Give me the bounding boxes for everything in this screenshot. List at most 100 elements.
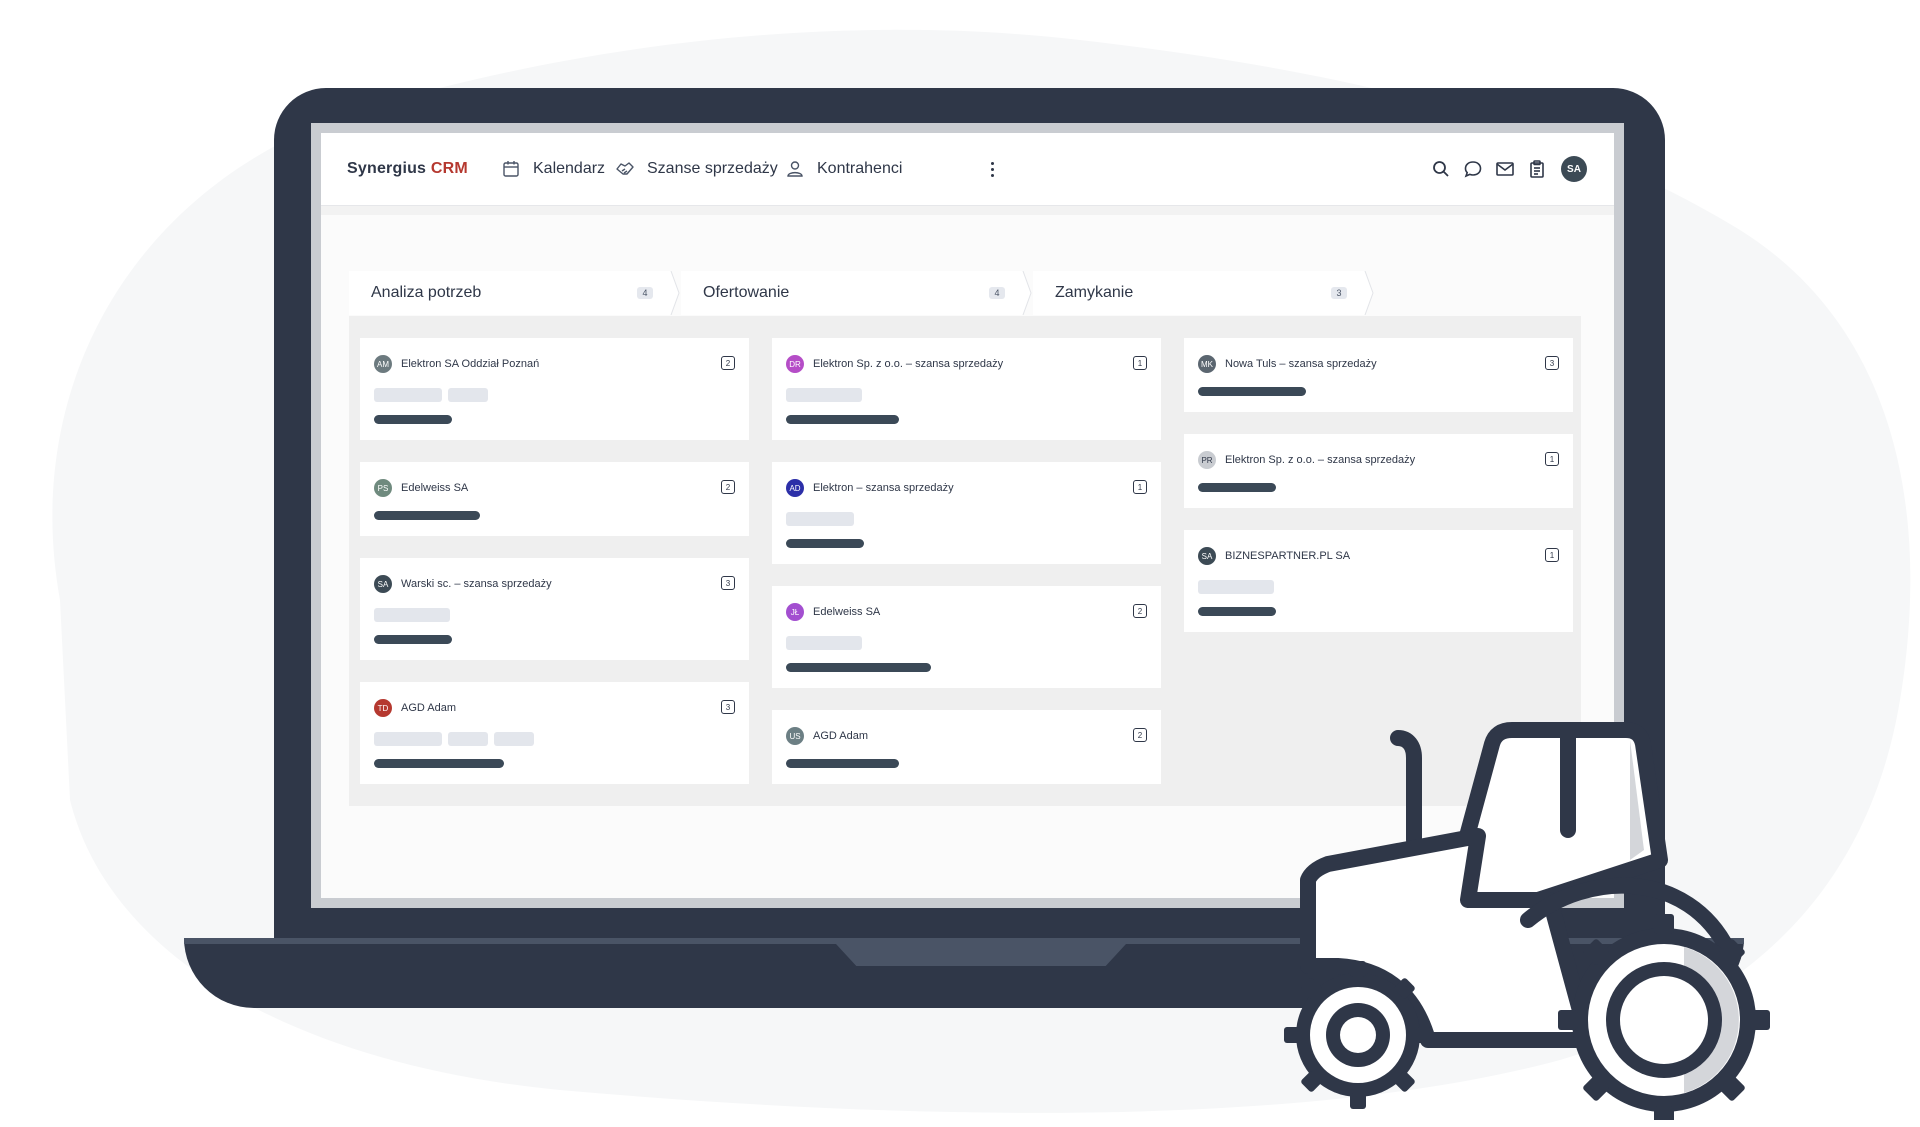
placeholder-tag xyxy=(374,732,442,746)
placeholder-tag xyxy=(374,608,450,622)
card-title: AGD Adam xyxy=(401,702,457,714)
card-title: Elektron SA Oddział Poznań xyxy=(401,358,540,370)
progress-bar xyxy=(374,759,504,768)
deal-card[interactable]: JŁ Edelweiss SA 2 xyxy=(772,586,1161,688)
placeholder-tag xyxy=(786,512,854,526)
vertical-dots-icon xyxy=(990,161,994,165)
chevron-right-icon xyxy=(667,271,680,315)
dot xyxy=(990,173,994,177)
avatar: SA xyxy=(374,575,392,593)
card-count-badge: 2 xyxy=(721,480,735,494)
nav-label: Szanse sprzedaży xyxy=(647,160,778,177)
avatar: TD xyxy=(374,699,392,717)
card-count-badge: 3 xyxy=(1545,356,1559,370)
column-header-zamykanie[interactable]: Zamykanie 3 xyxy=(1033,271,1361,315)
progress-bar xyxy=(786,759,899,768)
avatar: DR xyxy=(786,355,804,373)
card-title: BIZNESPARTNER.PL SA xyxy=(1225,550,1351,562)
column-count-badge: 4 xyxy=(637,287,653,299)
column-title: Zamykanie xyxy=(1055,284,1134,301)
card-count-badge: 1 xyxy=(1545,548,1559,562)
deal-card[interactable]: DR Elektron Sp. z o.o. – szansa sprzedaż… xyxy=(772,338,1161,440)
nav-item-szanse-sprzedazy[interactable]: Szanse sprzedaży xyxy=(615,155,778,183)
card-title: Elektron – szansa sprzedaży xyxy=(813,482,954,494)
deal-card[interactable]: AM Elektron SA Oddział Poznań 2 xyxy=(360,338,749,440)
progress-bar xyxy=(374,415,452,424)
app-logo[interactable]: Synergius CRM xyxy=(347,160,468,178)
placeholder-tag xyxy=(786,388,862,402)
placeholder-tag xyxy=(494,732,534,746)
chevron-right-icon xyxy=(1019,271,1032,315)
progress-bar xyxy=(786,539,864,548)
card-title: Elektron Sp. z o.o. – szansa sprzedaży xyxy=(1225,454,1416,466)
deal-card[interactable]: TD AGD Adam 3 xyxy=(360,682,749,784)
avatar: PR xyxy=(1198,451,1216,469)
deal-card[interactable]: US AGD Adam 2 xyxy=(772,710,1161,784)
card-count-badge: 2 xyxy=(721,356,735,370)
laptop-notch xyxy=(836,944,1126,966)
clipboard-icon[interactable] xyxy=(1527,159,1547,179)
deal-card[interactable]: SA Warski sc. – szansa sprzedaży 3 xyxy=(360,558,749,660)
card-count-badge: 3 xyxy=(721,700,735,714)
placeholder-tag xyxy=(786,636,862,650)
card-title: Edelweiss SA xyxy=(813,606,881,618)
placeholder-tag xyxy=(448,388,488,402)
column-count-badge: 3 xyxy=(1331,287,1347,299)
nav-item-kalendarz[interactable]: Kalendarz xyxy=(501,155,605,183)
card-title: Elektron Sp. z o.o. – szansa sprzedaży xyxy=(813,358,1004,370)
deal-card[interactable]: SA BIZNESPARTNER.PL SA 1 xyxy=(1184,530,1573,632)
column-header-ofertowanie[interactable]: Ofertowanie 4 xyxy=(681,271,1019,315)
progress-bar xyxy=(1198,607,1276,616)
search-icon[interactable] xyxy=(1431,159,1451,179)
progress-bar xyxy=(374,511,480,520)
deal-card[interactable]: MK Nowa Tuls – szansa sprzedaży 3 xyxy=(1184,338,1573,412)
progress-bar xyxy=(786,415,899,424)
card-count-badge: 1 xyxy=(1133,356,1147,370)
avatar: AD xyxy=(786,479,804,497)
card-title: AGD Adam xyxy=(813,730,869,742)
card-title: Warski sc. – szansa sprzedaży xyxy=(401,578,552,590)
column-header-analiza-potrzeb[interactable]: Analiza potrzeb 4 xyxy=(349,271,667,315)
tractor-icon xyxy=(1284,722,1770,1120)
column-title: Ofertowanie xyxy=(703,284,790,301)
avatar: SA xyxy=(1198,547,1216,565)
card-count-badge: 1 xyxy=(1133,480,1147,494)
progress-bar xyxy=(1198,387,1306,396)
column-count-badge: 4 xyxy=(989,287,1005,299)
placeholder-tag xyxy=(1198,580,1274,594)
placeholder-tag xyxy=(374,388,442,402)
avatar: JŁ xyxy=(786,603,804,621)
placeholder-tag xyxy=(448,732,488,746)
more-menu-button[interactable] xyxy=(982,158,1002,180)
deal-card[interactable]: AD Elektron – szansa sprzedaży 1 xyxy=(772,462,1161,564)
dot xyxy=(990,167,994,171)
brand-accent: CRM xyxy=(430,160,468,177)
card-count-badge: 2 xyxy=(1133,604,1147,618)
card-title: Edelweiss SA xyxy=(401,482,469,494)
deal-card[interactable]: PR Elektron Sp. z o.o. – szansa sprzedaż… xyxy=(1184,434,1573,508)
avatar: MK xyxy=(1198,355,1216,373)
avatar: PS xyxy=(374,479,392,497)
chat-icon[interactable] xyxy=(1463,159,1483,179)
nav-item-kontrahenci[interactable]: Kontrahenci xyxy=(785,155,902,183)
top-navigation-bar: Synergius CRM Kalendarz Szanse sprzedaży… xyxy=(321,133,1614,206)
card-count-badge: 2 xyxy=(1133,728,1147,742)
card-title: Nowa Tuls – szansa sprzedaży xyxy=(1225,358,1377,370)
avatar: US xyxy=(786,727,804,745)
brand-name: Synergius xyxy=(347,160,427,177)
nav-label: Kontrahenci xyxy=(817,160,903,177)
person-icon xyxy=(787,161,803,177)
user-avatar[interactable]: SA xyxy=(1561,156,1587,182)
deal-card[interactable]: PS Edelweiss SA 2 xyxy=(360,462,749,536)
handshake-icon xyxy=(616,162,634,175)
card-count-badge: 3 xyxy=(721,576,735,590)
column-title: Analiza potrzeb xyxy=(371,284,482,301)
progress-bar xyxy=(374,635,452,644)
progress-bar xyxy=(1198,483,1276,492)
avatar: AM xyxy=(374,355,392,373)
calendar-icon xyxy=(503,161,519,177)
progress-bar xyxy=(786,663,931,672)
mail-icon[interactable] xyxy=(1495,159,1515,179)
nav-label: Kalendarz xyxy=(533,160,606,177)
card-count-badge: 1 xyxy=(1545,452,1559,466)
